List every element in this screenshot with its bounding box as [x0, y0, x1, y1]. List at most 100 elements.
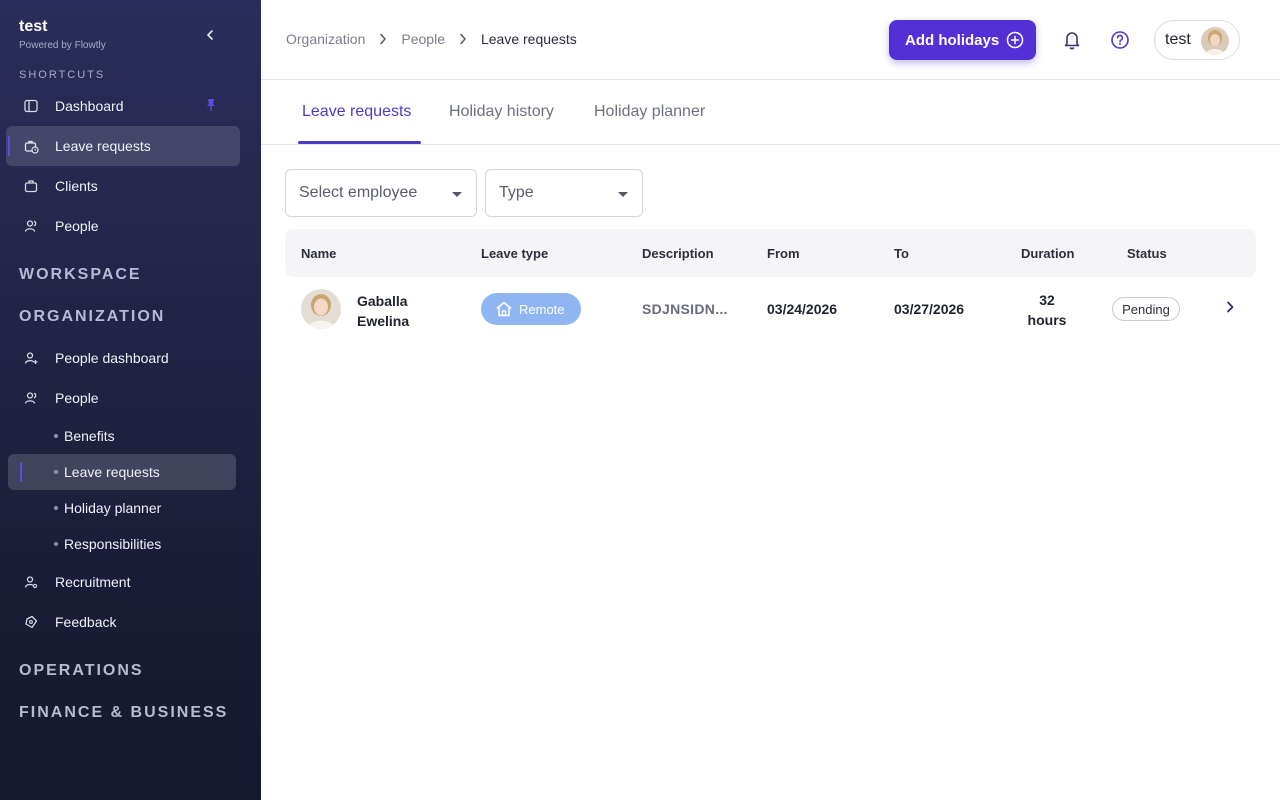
column-header-name[interactable]: Name: [301, 246, 336, 261]
sidebar-item-dashboard[interactable]: Dashboard: [6, 86, 240, 126]
sidebar-item-recruitment[interactable]: Recruitment: [6, 562, 240, 602]
leave-type-label: Remote: [519, 301, 565, 317]
avatar: [1201, 27, 1229, 55]
add-holidays-label: Add holidays: [905, 31, 1000, 49]
employee-select[interactable]: Select employee: [285, 169, 477, 217]
user-name: test: [1165, 31, 1191, 48]
brand-subtitle: Powered by Flowtly: [19, 40, 106, 51]
chevron-right-icon: [459, 33, 467, 45]
bell-icon: [1064, 32, 1080, 50]
duration-unit: hours: [1027, 312, 1067, 328]
type-select[interactable]: Type: [485, 169, 643, 217]
users-icon: [23, 218, 39, 234]
sidebar-subitem-leave-requests[interactable]: Leave requests: [8, 454, 236, 490]
sidebar-subitem-holiday-planner[interactable]: Holiday planner: [8, 490, 236, 526]
home-icon: [495, 301, 513, 317]
sidebar-item-label: People: [55, 390, 99, 406]
sidebar-item-label: Clients: [55, 178, 98, 194]
sidebar-subitem-benefits[interactable]: Benefits: [8, 418, 236, 454]
workspace-section-title[interactable]: WORKSPACE: [19, 266, 142, 284]
column-header-to[interactable]: To: [894, 246, 909, 261]
chevron-right-icon: [379, 33, 387, 45]
brand-name: test: [19, 18, 48, 35]
tab-holiday-planner[interactable]: Holiday planner: [594, 103, 705, 121]
active-tab-indicator: [298, 141, 421, 144]
column-header-status[interactable]: Status: [1127, 246, 1167, 261]
leave-type-badge: Remote: [481, 293, 581, 325]
duration-value: 32: [1039, 292, 1055, 308]
plus-circle-icon: [1006, 31, 1024, 53]
tab-bar: Leave requests Holiday history Holiday p…: [261, 80, 1280, 145]
sidebar-item-people-dashboard[interactable]: People dashboard: [6, 338, 240, 378]
sidebar-subitem-label: Benefits: [64, 428, 115, 444]
help-circle-icon: [1111, 31, 1129, 49]
to-date-cell: 03/27/2026: [894, 301, 965, 317]
user-menu-button[interactable]: test: [1154, 20, 1240, 60]
sidebar-subitem-label: Holiday planner: [64, 500, 162, 516]
bullet-dot: [54, 434, 58, 438]
dropdown-arrow-icon: [452, 192, 462, 197]
bullet-dot: [54, 470, 58, 474]
sidebar-item-feedback[interactable]: Feedback: [6, 602, 240, 642]
sidebar-item-people[interactable]: People: [6, 206, 240, 246]
duration-cell: 32 hours: [1012, 290, 1082, 330]
help-button[interactable]: [1110, 29, 1130, 56]
sidebar-item-clients[interactable]: Clients: [6, 166, 240, 206]
pin-icon[interactable]: [204, 98, 218, 115]
sidebar: test Powered by Flowtly SHORTCUTS Dashbo…: [0, 0, 261, 800]
status-badge: Pending: [1112, 297, 1180, 321]
column-header-leave-type[interactable]: Leave type: [481, 246, 548, 261]
bullet-dot: [54, 506, 58, 510]
sidebar-item-org-people[interactable]: People: [6, 378, 240, 418]
sidebar-item-label: Dashboard: [55, 98, 124, 114]
tab-holiday-history[interactable]: Holiday history: [449, 103, 554, 121]
from-date-cell: 03/24/2026: [767, 301, 838, 317]
tab-leave-requests[interactable]: Leave requests: [302, 103, 411, 121]
briefcase-clock-icon: [23, 138, 39, 154]
sidebar-item-label: People dashboard: [55, 350, 169, 366]
collapse-sidebar-button[interactable]: [200, 26, 220, 44]
sidebar-item-leave-requests[interactable]: Leave requests: [6, 126, 240, 166]
row-details-button[interactable]: [1222, 299, 1238, 320]
breadcrumb-people[interactable]: People: [401, 31, 445, 47]
table-row[interactable]: Gaballa Ewelina Remote SDJNSIDN... 03/24…: [285, 277, 1256, 341]
type-select-placeholder: Type: [499, 184, 534, 201]
briefcase-icon: [23, 178, 39, 194]
finance-section-title[interactable]: FINANCE & BUSINESS: [19, 704, 228, 722]
sidebar-item-label: Feedback: [55, 614, 117, 630]
chevron-left-icon: [207, 30, 213, 40]
user-search-icon: [23, 574, 39, 590]
sidebar-panel-icon: [23, 98, 39, 114]
avatar: [301, 289, 341, 329]
sidebar-subitem-label: Leave requests: [64, 464, 160, 480]
breadcrumb-organization[interactable]: Organization: [286, 31, 365, 47]
employee-last-name: Ewelina: [357, 313, 410, 329]
table-header: Name Leave type Description From To Dura…: [285, 229, 1256, 277]
sidebar-subitem-responsibilities[interactable]: Responsibilities: [8, 526, 236, 562]
breadcrumb-current: Leave requests: [480, 31, 577, 47]
employee-select-placeholder: Select employee: [299, 184, 418, 201]
sidebar-item-label: Recruitment: [55, 574, 131, 590]
employee-name: Gaballa Ewelina: [357, 291, 409, 331]
dropdown-arrow-icon: [618, 192, 628, 197]
organization-section-title[interactable]: ORGANIZATION: [19, 308, 165, 326]
employee-first-name: Gaballa: [357, 293, 408, 309]
user-plus-icon: [23, 350, 39, 366]
top-bar: Organization People Leave requests Add h…: [261, 0, 1280, 80]
sidebar-item-label: People: [55, 218, 99, 234]
add-holidays-button[interactable]: Add holidays: [889, 20, 1036, 60]
shortcuts-section-title: SHORTCUTS: [19, 69, 106, 81]
bullet-dot: [54, 542, 58, 546]
notifications-button[interactable]: [1062, 29, 1082, 56]
operations-section-title[interactable]: OPERATIONS: [19, 662, 144, 680]
sidebar-item-label: Leave requests: [55, 138, 151, 154]
column-header-from[interactable]: From: [767, 246, 800, 261]
users-icon: [23, 390, 39, 406]
sidebar-subitem-label: Responsibilities: [64, 536, 162, 552]
chevron-right-icon: [1227, 301, 1234, 313]
column-header-description[interactable]: Description: [642, 246, 714, 261]
feedback-icon: [23, 614, 39, 630]
breadcrumb: Organization People Leave requests: [286, 31, 577, 47]
column-header-duration[interactable]: Duration: [1021, 246, 1074, 261]
description-cell: SDJNSIDN...: [642, 301, 728, 317]
